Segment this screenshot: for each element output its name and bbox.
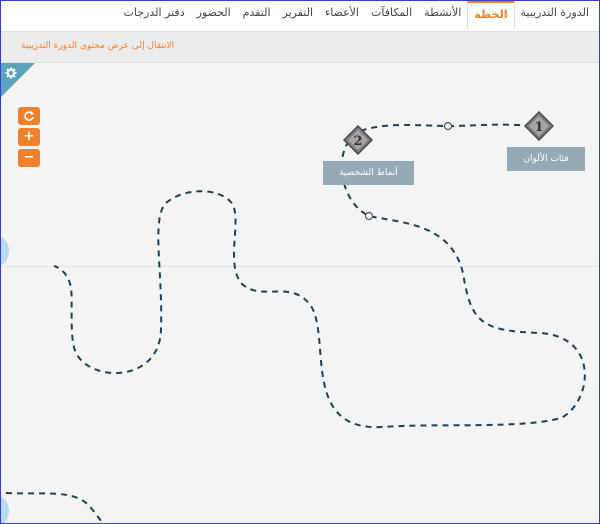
tab-plan[interactable]: الخطة	[467, 1, 515, 29]
tab-report[interactable]: التقرير	[277, 1, 320, 29]
tab-progress[interactable]: التقدم	[237, 1, 277, 29]
course-content-link[interactable]: الانتقال إلى عرض محتوى الدورة التدريبية	[21, 41, 174, 51]
tab-members[interactable]: الأعضاء	[319, 1, 365, 29]
node-2-label[interactable]: أنماط الشخصية	[323, 161, 414, 185]
path-waypoint	[443, 121, 453, 131]
svg-text:2: 2	[353, 134, 362, 149]
tab-gradebook[interactable]: دفتر الدرجات	[118, 1, 191, 29]
tab-attendance[interactable]: الحضور	[191, 1, 237, 29]
tab-rewards[interactable]: المكافآت	[365, 1, 418, 29]
app-frame: الدورة التدريبية الخطة الأنشطة المكافآت …	[0, 0, 600, 524]
path-line-bottom	[5, 492, 104, 523]
path-line-main	[53, 123, 586, 429]
path-waypoint	[364, 211, 374, 221]
node-1-label[interactable]: فئات الألوان	[507, 147, 585, 171]
tab-course[interactable]: الدورة التدريبية	[515, 1, 595, 29]
tab-activities[interactable]: الأنشطة	[418, 1, 467, 29]
svg-text:1: 1	[534, 120, 543, 135]
learning-path	[5, 121, 586, 523]
plan-canvas[interactable]: + − 1 فئات الألوان 2 أنماط الشخصية	[1, 63, 599, 523]
info-bar: الانتقال إلى عرض محتوى الدورة التدريبية	[1, 31, 599, 63]
node-1-diamond-icon[interactable]: 1	[524, 111, 554, 141]
top-navigation: الدورة التدريبية الخطة الأنشطة المكافآت …	[1, 1, 599, 29]
node-2-diamond-icon[interactable]: 2	[343, 125, 373, 155]
